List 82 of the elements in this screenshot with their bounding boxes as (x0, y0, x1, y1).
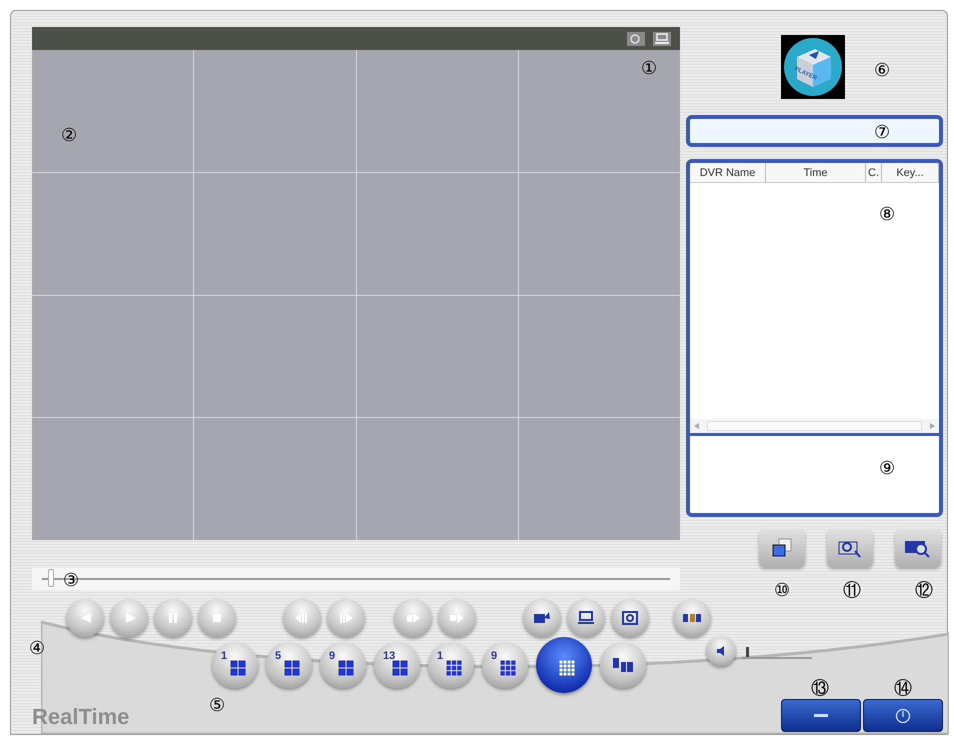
camera-icon (620, 608, 640, 628)
camera-button[interactable] (611, 599, 649, 637)
grid-icon (230, 660, 246, 676)
video-cell[interactable] (32, 50, 194, 172)
callout-number: ⑦ (874, 123, 890, 141)
folder-button[interactable] (759, 529, 805, 567)
grid-icon (284, 660, 300, 676)
video-cell[interactable] (518, 172, 680, 294)
callout-number: ⑭ (894, 679, 912, 697)
scroll-left-icon[interactable] (694, 423, 699, 429)
column-header[interactable]: C. (866, 163, 882, 182)
prev-button[interactable] (66, 599, 104, 637)
video-cell[interactable] (194, 172, 356, 294)
column-header[interactable]: Key... (882, 163, 939, 182)
folders-icon (770, 537, 794, 559)
callout-number: ⑫ (915, 581, 933, 599)
stop-button[interactable] (198, 599, 236, 637)
step-forward-button[interactable] (327, 599, 365, 637)
step-back-button[interactable] (283, 599, 321, 637)
video-cell[interactable] (518, 50, 680, 172)
grid-icon (446, 660, 462, 676)
power-icon (895, 708, 911, 724)
callout-number: ④ (29, 639, 45, 657)
callout-number: ② (61, 126, 77, 144)
grid-icon (338, 660, 354, 676)
volume-thumb[interactable] (746, 647, 748, 657)
callout-number: ③ (63, 571, 79, 589)
grid-icon (392, 660, 408, 676)
callout-number: ⑬ (811, 679, 829, 697)
video-cell[interactable] (194, 50, 356, 172)
horizontal-scrollbar[interactable] (690, 419, 939, 433)
callout-number: ⑪ (843, 581, 861, 599)
film-search-button[interactable] (895, 529, 941, 567)
grid-icon (500, 660, 516, 676)
seek-bar[interactable] (32, 568, 680, 590)
callout-number: ① (641, 59, 657, 77)
slow-button[interactable] (394, 599, 432, 637)
status-field[interactable] (686, 115, 943, 147)
scroll-right-icon[interactable] (930, 423, 935, 429)
fast-button[interactable] (438, 599, 476, 637)
split-screen-button[interactable] (536, 637, 592, 693)
film-button[interactable] (673, 599, 711, 637)
split-screen-button[interactable] (600, 642, 646, 688)
brand-label: RealTime (32, 704, 130, 730)
speaker-icon (715, 645, 727, 657)
camera-search-button[interactable] (827, 529, 873, 567)
split-screen-button[interactable]: 1 (428, 642, 474, 688)
monitor-icon[interactable] (652, 30, 672, 46)
split-screen-button[interactable]: 9 (320, 642, 366, 688)
grid-icon (559, 660, 575, 676)
minimize-icon (814, 714, 828, 718)
callout-number: ⑨ (879, 459, 895, 477)
video-cell[interactable] (32, 172, 194, 294)
column-header[interactable]: Time (766, 163, 866, 182)
video-cell[interactable] (356, 50, 518, 172)
callout-number: ⑩ (774, 581, 790, 599)
play-button[interactable] (110, 599, 148, 637)
pause-button[interactable] (154, 599, 192, 637)
split-screen-button[interactable]: 5 (266, 642, 312, 688)
video-cell[interactable] (32, 296, 194, 418)
split-screen-button[interactable]: 9 (482, 642, 528, 688)
monitor-button[interactable] (567, 599, 605, 637)
sequence-icon (612, 656, 634, 674)
video-cell[interactable] (194, 296, 356, 418)
video-cell[interactable] (518, 418, 680, 540)
camera-icon[interactable] (626, 30, 646, 46)
video-cell[interactable] (356, 418, 518, 540)
callout-number: ⑧ (879, 205, 895, 223)
callout-number: ⑥ (874, 61, 890, 79)
split-screen-button[interactable]: 13 (374, 642, 420, 688)
video-cell[interactable] (32, 418, 194, 540)
video-cell[interactable] (194, 418, 356, 540)
video-cell[interactable] (518, 296, 680, 418)
speaker-button[interactable] (706, 636, 736, 666)
minimize-button[interactable] (781, 699, 861, 732)
record-button[interactable] (523, 599, 561, 637)
column-header[interactable]: DVR Name (690, 163, 766, 182)
power-button[interactable] (863, 699, 943, 732)
video-cell[interactable] (356, 296, 518, 418)
video-cell[interactable] (356, 172, 518, 294)
seek-thumb[interactable] (48, 569, 54, 587)
callout-number: ⑤ (209, 696, 225, 714)
